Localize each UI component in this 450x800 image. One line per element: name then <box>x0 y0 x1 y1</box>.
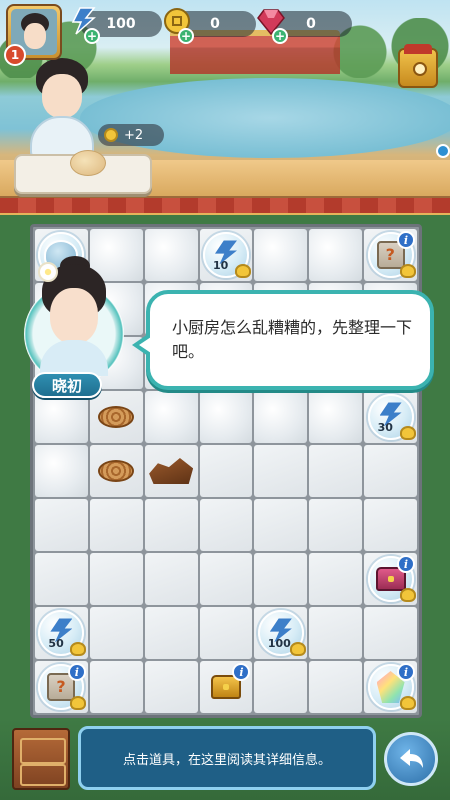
board-cell[interactable] <box>254 229 308 281</box>
counter-trim <box>0 198 450 215</box>
board-cell[interactable]: i <box>364 553 417 605</box>
board-cell[interactable]: 50 <box>35 607 88 659</box>
board-cell[interactable]: 10 <box>199 229 253 281</box>
board-cell[interactable] <box>309 499 363 551</box>
coin-icon <box>104 128 118 142</box>
energy-bubble-item[interactable]: 100 <box>257 610 306 656</box>
coin-badge-icon <box>399 696 416 710</box>
board-cell[interactable] <box>89 499 143 551</box>
board-cell[interactable] <box>89 391 143 443</box>
board-cell[interactable] <box>199 499 253 551</box>
item-info-hint: 点击道具，在这里阅读其详细信息。 <box>122 752 331 768</box>
speaker-portrait <box>20 256 128 384</box>
storage-cabinet-button[interactable] <box>12 728 70 790</box>
add-energy-button[interactable]: + <box>84 28 100 44</box>
board-cell[interactable] <box>309 391 363 443</box>
board-cell[interactable] <box>309 229 363 281</box>
info-icon[interactable]: i <box>232 663 251 681</box>
coin-badge-icon <box>289 642 306 656</box>
board-cell[interactable] <box>144 607 198 659</box>
board-cell[interactable] <box>254 499 308 551</box>
order-reward: +2 <box>98 124 164 146</box>
chef-character[interactable] <box>26 58 98 158</box>
board-cell[interactable]: 100 <box>254 607 308 659</box>
energy-amount: 50 <box>48 637 64 650</box>
info-icon[interactable]: i <box>397 231 415 249</box>
add-coins-button[interactable]: + <box>178 28 194 44</box>
energy-amount: 10 <box>212 259 229 272</box>
board-cell[interactable] <box>199 391 253 443</box>
board-cell[interactable] <box>144 661 198 713</box>
board-cell[interactable] <box>144 229 198 281</box>
board-cell[interactable] <box>309 661 363 713</box>
coin-value: 0 <box>210 16 220 32</box>
energy-amount: 100 <box>267 637 291 650</box>
board-cell[interactable] <box>199 607 253 659</box>
coin-badge-icon <box>399 264 416 278</box>
woven-basket-item[interactable] <box>98 406 135 428</box>
board-cell[interactable] <box>364 499 417 551</box>
player-level-badge: 1 <box>4 44 26 66</box>
energy-amount: 30 <box>377 421 393 434</box>
side-indicator[interactable] <box>436 144 450 158</box>
order-reward-value: +2 <box>124 127 144 143</box>
woven-basket-item[interactable] <box>98 460 135 482</box>
board-cell[interactable] <box>89 661 143 713</box>
energy-bubble-item[interactable]: 30 <box>367 394 416 440</box>
coin-badge-icon <box>70 696 87 710</box>
hair-flower-icon <box>38 262 58 282</box>
coin-badge-icon <box>234 264 251 278</box>
board-cell[interactable]: i <box>364 229 417 281</box>
board-cell[interactable] <box>144 391 198 443</box>
board-cell[interactable] <box>89 607 143 659</box>
board-cell[interactable] <box>35 445 88 497</box>
board-cell[interactable] <box>144 499 198 551</box>
board-cell[interactable] <box>35 499 88 551</box>
gem-value: 0 <box>306 16 316 32</box>
board-cell[interactable] <box>35 391 88 443</box>
coin-badge-icon <box>70 642 87 656</box>
board-cell[interactable] <box>364 607 417 659</box>
board-cell[interactable] <box>309 607 363 659</box>
info-icon[interactable]: i <box>397 663 415 681</box>
board-cell[interactable]: 30 <box>364 391 417 443</box>
board-cell[interactable] <box>199 553 253 605</box>
board-cell[interactable]: i <box>35 661 88 713</box>
board-cell[interactable] <box>309 445 363 497</box>
board-cell[interactable] <box>35 553 88 605</box>
board-cell[interactable] <box>144 553 198 605</box>
coin-badge-icon <box>399 426 416 440</box>
board-cell[interactable] <box>254 553 308 605</box>
info-icon[interactable]: i <box>67 663 86 681</box>
dialog-text: 小厨房怎么乱糟糟的，先整理一下吧。 <box>172 318 413 361</box>
board-cell[interactable] <box>254 661 308 713</box>
broken-wood-item[interactable] <box>149 458 194 484</box>
item-info-panel: 点击道具，在这里阅读其详细信息。 <box>78 726 376 790</box>
board-cell[interactable] <box>254 445 308 497</box>
board-cell[interactable]: i <box>364 661 417 713</box>
board-cell[interactable]: i <box>199 661 253 713</box>
coin-badge-icon <box>399 588 416 602</box>
board-cell[interactable] <box>254 391 308 443</box>
board-cell[interactable] <box>364 445 417 497</box>
board-cell[interactable] <box>144 445 198 497</box>
board-cell[interactable] <box>199 445 253 497</box>
background-pond <box>80 78 450 158</box>
speaker-name: 晓初 <box>32 372 102 398</box>
board-cell[interactable] <box>309 553 363 605</box>
energy-bubble-item[interactable]: 50 <box>38 610 87 656</box>
return-button[interactable] <box>384 732 438 786</box>
info-icon[interactable]: i <box>397 555 415 573</box>
energy-value: 100 <box>106 16 136 32</box>
board-cell[interactable] <box>89 553 143 605</box>
dialog-bubble[interactable]: 小厨房怎么乱糟糟的，先整理一下吧。 <box>132 290 434 390</box>
add-gems-button[interactable]: + <box>272 28 288 44</box>
steamed-bun-item[interactable] <box>70 150 106 176</box>
treasure-chest-button[interactable] <box>398 44 438 88</box>
energy-bubble-item[interactable]: 10 <box>202 232 251 278</box>
return-arrow-icon <box>400 749 423 768</box>
board-cell[interactable] <box>89 445 143 497</box>
